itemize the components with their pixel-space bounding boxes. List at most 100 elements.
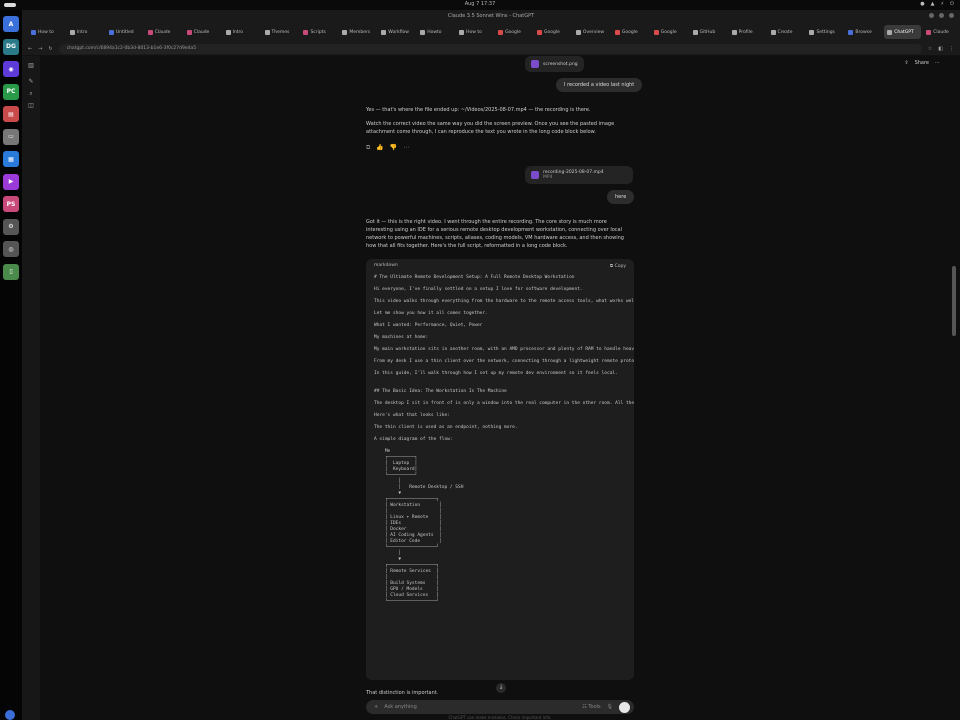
menu-icon[interactable]: ⋮ xyxy=(949,46,954,52)
dock-app-icon[interactable]: ▯ xyxy=(3,263,19,280)
message-composer[interactable]: + Ask anything ☷ Tools 🎙 xyxy=(366,700,634,714)
close-button[interactable] xyxy=(949,13,954,18)
code-line: This video walks through everything from… xyxy=(374,299,634,304)
attachment-chip[interactable]: screenshot.png xyxy=(525,56,584,72)
browser-tab[interactable]: Howto xyxy=(417,25,454,39)
browser-tab[interactable]: Browse xyxy=(845,25,882,39)
browser-tab[interactable]: Overview xyxy=(573,25,610,39)
search-icon[interactable]: ⌕ xyxy=(27,90,35,98)
composer-input[interactable]: Ask anything xyxy=(384,704,576,710)
tray-volume-icon[interactable]: ▲ xyxy=(931,1,935,7)
dock-app-icon[interactable]: PS xyxy=(3,196,19,212)
browser-tab[interactable]: Themes xyxy=(262,25,299,39)
tray-battery-icon[interactable]: ⚡ xyxy=(941,1,945,7)
tab-favicon-icon xyxy=(575,29,581,35)
browser-tab[interactable]: GitHub xyxy=(690,25,727,39)
browser-tab[interactable]: Claude xyxy=(145,25,182,39)
code-line: └──────────────────┘ xyxy=(374,545,440,550)
voice-mode-button[interactable] xyxy=(619,701,630,713)
dock-app-icon[interactable]: ⚙ xyxy=(3,218,19,235)
tab-label: Untitled xyxy=(115,29,134,35)
reload-icon[interactable]: ↻ xyxy=(48,46,52,52)
tab-label: Claude xyxy=(193,29,210,35)
scroll-to-bottom-button[interactable]: ↓ xyxy=(496,683,506,693)
code-content[interactable]: # The Ultimate Remote Development Setup:… xyxy=(366,271,634,609)
attachment-type: MP4 xyxy=(543,175,553,180)
browser-tab[interactable]: Untitled xyxy=(106,25,143,39)
tab-favicon-icon xyxy=(770,29,776,35)
tools-button[interactable]: ☷ Tools xyxy=(582,704,600,710)
address-bar[interactable]: chatgpt.com/c/6894a1c2-0b3d-8013-b1e6-3f… xyxy=(58,43,922,54)
tab-favicon-icon xyxy=(809,29,815,35)
library-icon[interactable]: ◫ xyxy=(27,102,35,110)
browser-tab[interactable]: Workflow xyxy=(378,25,415,39)
browser-tab[interactable]: ChatGPT xyxy=(884,25,922,39)
code-line: │ AI Coding Agents │ xyxy=(374,533,442,538)
dock-app-icon[interactable]: DG xyxy=(3,38,19,55)
dock-app-icon[interactable]: A xyxy=(3,16,19,32)
browser-tab[interactable]: Google xyxy=(651,25,688,39)
share-button[interactable]: Share xyxy=(915,60,929,66)
maximize-button[interactable] xyxy=(939,13,944,18)
browser-tab[interactable]: Claude xyxy=(184,25,221,39)
browser-tab[interactable]: Scripts xyxy=(300,25,337,39)
system-tray[interactable]: ● ▲ ⚡ ⏻ xyxy=(920,1,954,7)
attachment-chip[interactable]: recording-2025-08-07.mp4 MP4 xyxy=(525,166,633,184)
code-line: My main workstation sits in another room… xyxy=(374,347,634,352)
code-line: ┌──────────────────┐ xyxy=(374,563,440,568)
code-line: │ xyxy=(374,479,402,484)
code-line: │ │ xyxy=(374,575,440,580)
assistant-paragraph: That distinction is important. xyxy=(366,690,439,696)
copy-code-button[interactable]: ⧉ Copy xyxy=(610,263,626,269)
browser-tab[interactable]: Google xyxy=(495,25,532,39)
code-line: ┌──────────────────┐ xyxy=(374,497,440,502)
code-line: Hi everyone, I've finally settled on a s… xyxy=(374,287,583,292)
browser-tab[interactable]: Profile xyxy=(729,25,766,39)
browser-tab[interactable]: How to xyxy=(28,25,65,39)
dock-app-icon[interactable]: ◉ xyxy=(3,61,19,77)
copy-icon[interactable]: ⧉ xyxy=(366,144,370,152)
tray-power-icon[interactable]: ⏻ xyxy=(950,1,954,7)
dock-app-icon[interactable]: PC xyxy=(3,83,19,100)
more-icon[interactable]: ⋯ xyxy=(403,144,409,152)
browser-tab[interactable]: Google xyxy=(612,25,649,39)
dock-app-icon[interactable]: ◎ xyxy=(3,241,19,257)
show-apps-icon[interactable] xyxy=(5,710,15,720)
tray-network-icon[interactable]: ● xyxy=(920,1,924,7)
sidebar-toggle-icon[interactable]: ▥ xyxy=(27,62,35,70)
tab-favicon-icon xyxy=(108,29,114,35)
thumbs-down-icon[interactable]: 👎 xyxy=(390,144,397,152)
dock-app-icon[interactable]: ▭ xyxy=(3,128,19,145)
add-attachment-icon[interactable]: + xyxy=(374,704,378,710)
system-clock[interactable]: Aug 7 17:37 xyxy=(0,1,960,7)
browser-tab[interactable]: Claude xyxy=(923,25,960,39)
dock-app-icon[interactable]: ▶ xyxy=(3,173,19,190)
back-icon[interactable]: ← xyxy=(28,46,32,52)
tab-label: Google xyxy=(505,29,521,35)
share-icon[interactable]: ⇪ xyxy=(904,60,908,66)
browser-tab[interactable]: Members xyxy=(339,25,376,39)
tab-label: Howto xyxy=(427,29,442,35)
microphone-icon[interactable]: 🎙 xyxy=(607,704,613,710)
browser-tab[interactable]: Intro xyxy=(67,25,104,39)
bookmark-star-icon[interactable]: ☆ xyxy=(928,46,932,52)
dock-app-icon[interactable]: ▦ xyxy=(3,151,19,167)
browser-tab[interactable]: Settings xyxy=(806,25,843,39)
scrollbar-thumb[interactable] xyxy=(952,266,956,336)
browser-tab[interactable]: Intro xyxy=(223,25,260,39)
code-line: │ Build Systems │ xyxy=(374,581,440,586)
extensions-icon[interactable]: ◧ xyxy=(938,46,943,52)
browser-tab[interactable]: Google xyxy=(534,25,571,39)
minimize-button[interactable] xyxy=(929,13,934,18)
thumbs-up-icon[interactable]: 👍 xyxy=(376,144,383,152)
dock-app-icon[interactable]: ▤ xyxy=(3,106,19,122)
code-line: Here's what that looks like: xyxy=(374,413,450,418)
code-line: Let me show you how it all comes togethe… xyxy=(374,311,488,316)
forward-icon[interactable]: → xyxy=(38,46,42,52)
browser-tab[interactable]: How to xyxy=(456,25,493,39)
copy-code-label: Copy xyxy=(614,264,626,269)
new-chat-icon[interactable]: ✎ xyxy=(27,78,35,86)
more-options-icon[interactable]: ⋯ xyxy=(935,60,940,66)
browser-tab[interactable]: Create xyxy=(768,25,805,39)
code-block: markdown ⧉ Copy # The Ultimate Remote De… xyxy=(366,259,634,680)
